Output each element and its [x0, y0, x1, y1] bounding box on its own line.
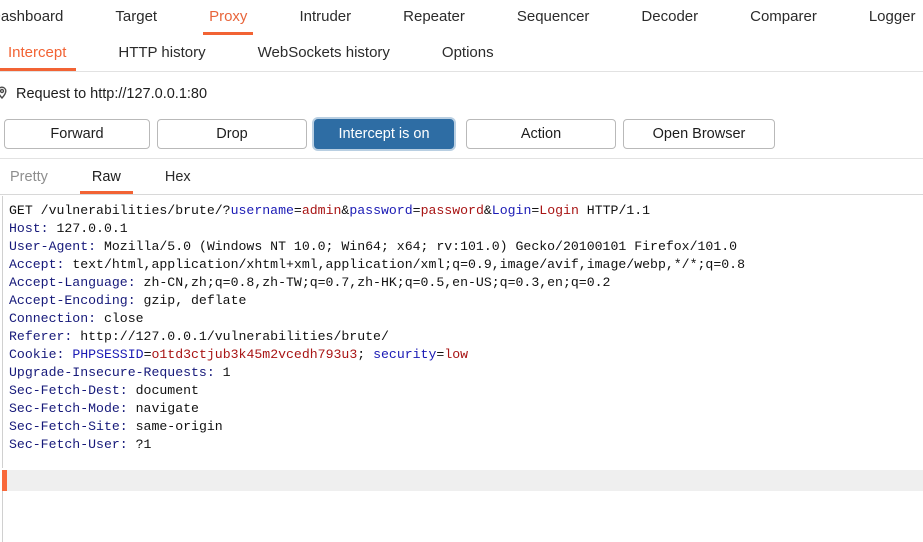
view-tab-label: Pretty	[10, 169, 48, 185]
view-tab-hex[interactable]: Hex	[143, 162, 213, 194]
sub-tab-label: HTTP history	[118, 44, 206, 61]
forward-button[interactable]: Forward	[4, 119, 150, 149]
tab-decoder[interactable]: Decoder	[615, 0, 724, 36]
view-tab-label: Raw	[91, 169, 121, 185]
bottom-pane	[2, 491, 923, 542]
editor-search-bar[interactable]	[2, 469, 923, 492]
open-browser-button[interactable]: Open Browser	[623, 119, 775, 149]
sub-tab-divider	[0, 71, 923, 72]
tab-label: Comparer	[750, 8, 817, 25]
tab-label: Intruder	[299, 8, 352, 25]
tab-proxy[interactable]: Proxy	[183, 0, 273, 36]
tab-comparer[interactable]: Comparer	[724, 0, 843, 36]
tab-label: Sequencer	[516, 8, 590, 25]
request-editor[interactable]: GET /vulnerabilities/brute/?username=adm…	[2, 196, 923, 468]
tab-label: Repeater	[403, 8, 465, 25]
request-raw-text[interactable]: GET /vulnerabilities/brute/?username=adm…	[3, 196, 923, 454]
main-tab-bar: Dashboard Target Proxy Intruder Repeater…	[0, 0, 916, 36]
sub-tab-label: Intercept	[8, 44, 67, 61]
view-tab-raw[interactable]: Raw	[70, 162, 143, 194]
sub-tab-options[interactable]: Options	[416, 36, 520, 72]
tab-repeater[interactable]: Repeater	[377, 0, 491, 36]
tab-label: Proxy	[209, 8, 248, 25]
message-view-tab-bar: Pretty Raw Hex	[0, 162, 911, 194]
tab-intruder[interactable]: Intruder	[273, 0, 377, 36]
sub-tab-websockets-history[interactable]: WebSockets history	[232, 36, 416, 72]
action-button[interactable]: Action	[466, 119, 616, 149]
request-target-bar: Request to http://127.0.0.1:80	[0, 78, 923, 110]
view-tab-label: Hex	[164, 169, 191, 185]
sub-tab-label: Options	[441, 44, 494, 61]
drop-button[interactable]: Drop	[157, 119, 307, 149]
request-target-label: Request to http://127.0.0.1:80	[16, 86, 208, 102]
location-pin-icon	[0, 84, 12, 104]
tab-label: Logger	[868, 8, 916, 25]
tab-dashboard[interactable]: Dashboard	[0, 0, 89, 36]
intercept-toggle-button[interactable]: Intercept is on	[314, 119, 454, 149]
sub-tab-label: WebSockets history	[257, 44, 390, 61]
view-tab-pretty[interactable]: Pretty	[0, 162, 70, 194]
tab-sequencer[interactable]: Sequencer	[491, 0, 616, 36]
search-input[interactable]	[7, 469, 923, 492]
view-tab-divider	[0, 194, 923, 195]
tab-label: Target	[115, 8, 158, 25]
tab-label: Dashboard	[0, 8, 64, 25]
toolbar-divider	[0, 158, 923, 159]
tab-label: Decoder	[641, 8, 699, 25]
tab-target[interactable]: Target	[89, 0, 183, 36]
proxy-sub-tab-bar: Intercept HTTP history WebSockets histor…	[0, 36, 905, 72]
intercept-toolbar: Forward Drop Intercept is on Action Open…	[0, 117, 923, 151]
tab-logger[interactable]: Logger	[843, 0, 923, 36]
sub-tab-http-history[interactable]: HTTP history	[92, 36, 231, 72]
sub-tab-intercept[interactable]: Intercept	[0, 36, 92, 72]
